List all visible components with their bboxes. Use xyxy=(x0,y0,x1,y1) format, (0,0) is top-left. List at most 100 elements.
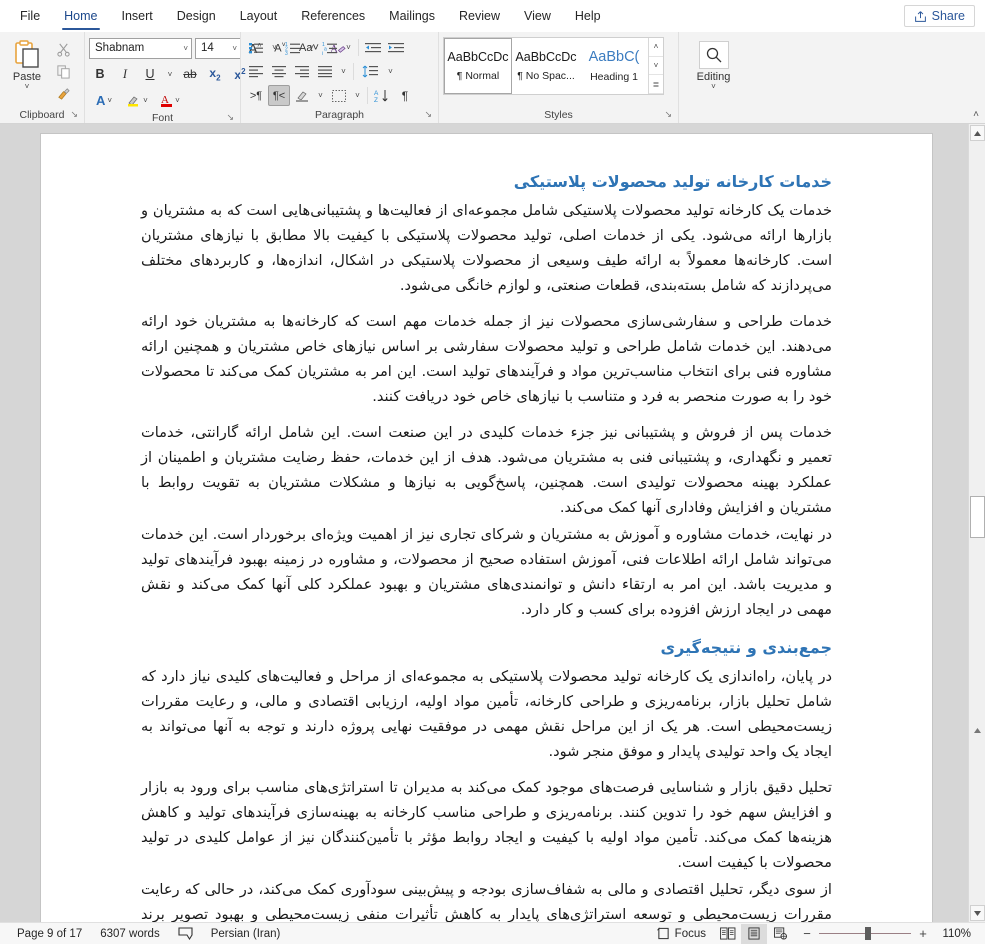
tab-layout[interactable]: Layout xyxy=(228,0,290,32)
paragraph-group-label: Paragraph ↘ xyxy=(245,108,434,123)
document-scroll-viewport[interactable]: خدمات کارخانه تولید محصولات پلاستیکی خدم… xyxy=(0,124,968,922)
scroll-down-arrow[interactable] xyxy=(970,905,985,921)
multilevel-list-button[interactable]: 1ai xyxy=(319,37,341,58)
zoom-slider-thumb[interactable] xyxy=(865,927,871,940)
tab-file-label: File xyxy=(20,9,41,23)
tab-design[interactable]: Design xyxy=(165,0,228,32)
italic-button[interactable]: I xyxy=(114,63,136,85)
bullets-button[interactable] xyxy=(245,37,267,58)
tab-home[interactable]: Home xyxy=(52,0,109,32)
tab-mailings[interactable]: Mailings xyxy=(377,0,447,32)
tab-file[interactable]: File xyxy=(8,0,52,32)
scrollbar-thumb[interactable] xyxy=(970,496,985,538)
zoom-in-button[interactable]: + xyxy=(917,926,929,941)
rtl-text-direction-button[interactable]: ¶< xyxy=(268,85,290,106)
multilevel-list-dropdown[interactable]: ˅ xyxy=(342,37,355,58)
ribbon-tabs: File Home Insert Design Layout Reference… xyxy=(0,0,613,32)
shading-dropdown[interactable]: ˅ xyxy=(314,85,327,106)
align-right-button[interactable] xyxy=(291,61,313,82)
bold-button[interactable]: B xyxy=(89,63,111,85)
scrollbar-split-handle[interactable] xyxy=(970,724,985,736)
ribbon-group-editing: Editing ˅ xyxy=(678,32,748,123)
styles-dialog-launcher[interactable]: ↘ xyxy=(664,107,672,122)
share-button[interactable]: Share xyxy=(903,5,975,27)
focus-icon xyxy=(656,927,670,940)
decrease-indent-button[interactable] xyxy=(362,37,384,58)
align-center-icon xyxy=(271,65,287,78)
styles-scroll-up[interactable]: ˄ xyxy=(649,38,663,57)
copy-button[interactable] xyxy=(52,61,74,82)
ltr-text-direction-button[interactable]: >¶ xyxy=(245,85,267,106)
style-normal[interactable]: AaBbCcDc ¶ Normal xyxy=(444,38,512,94)
justify-button[interactable] xyxy=(314,61,336,82)
shading-button[interactable] xyxy=(291,85,313,106)
increase-indent-button[interactable] xyxy=(385,37,407,58)
tab-help[interactable]: Help xyxy=(563,0,613,32)
clipboard-dialog-launcher[interactable]: ↘ xyxy=(70,107,78,122)
borders-button[interactable] xyxy=(328,85,350,106)
show-formatting-marks-button[interactable]: ¶ xyxy=(394,85,416,106)
read-mode-button[interactable] xyxy=(715,924,741,944)
numbering-button[interactable]: 123 xyxy=(282,37,304,58)
font-group-label: Font ↘ xyxy=(89,110,236,123)
font-name-value: Shabnam xyxy=(95,42,145,54)
style-no-spacing[interactable]: AaBbCcDc ¶ No Spac... xyxy=(512,38,580,94)
styles-scroll-controls: ˄ ˅ ≣ xyxy=(648,38,663,95)
font-color-icon: A xyxy=(160,92,174,108)
text-effects-button[interactable]: A ˅ xyxy=(89,89,119,111)
tab-references[interactable]: References xyxy=(289,0,377,32)
paragraph-dialog-launcher[interactable]: ↘ xyxy=(424,107,432,122)
font-dialog-launcher[interactable]: ↘ xyxy=(226,110,234,123)
style-no-spacing-name: ¶ No Spac... xyxy=(517,70,575,82)
language-indicator[interactable]: Persian (Iran) xyxy=(202,924,290,944)
tab-view[interactable]: View xyxy=(512,0,563,32)
chevron-down-icon[interactable]: ˅ xyxy=(25,83,30,91)
zoom-slider-track[interactable] xyxy=(819,927,911,940)
editing-button[interactable]: Editing ˅ xyxy=(686,37,742,91)
borders-dropdown[interactable]: ˅ xyxy=(351,85,364,106)
style-heading-1[interactable]: AaBbC( Heading 1 xyxy=(580,38,648,94)
proofing-status[interactable] xyxy=(169,924,202,944)
justify-dropdown[interactable]: ˅ xyxy=(337,61,350,82)
page-indicator[interactable]: Page 9 of 17 xyxy=(8,924,91,944)
tab-insert[interactable]: Insert xyxy=(110,0,165,32)
read-mode-icon xyxy=(720,927,736,940)
styles-more-button[interactable]: ≣ xyxy=(649,75,663,95)
style-no-spacing-preview: AaBbCcDc xyxy=(515,50,577,64)
line-spacing-button[interactable] xyxy=(357,61,383,82)
styles-group-body: AaBbCcDc ¶ Normal AaBbCcDc ¶ No Spac... … xyxy=(443,35,674,108)
print-layout-button[interactable] xyxy=(741,923,767,944)
align-left-button[interactable] xyxy=(245,61,267,82)
web-layout-button[interactable] xyxy=(767,924,793,944)
word-count[interactable]: 6307 words xyxy=(91,924,168,944)
collapse-ribbon-button[interactable]: ˄ xyxy=(973,109,979,120)
underline-button[interactable]: U xyxy=(139,63,161,85)
bullets-dropdown[interactable]: ˅ xyxy=(268,37,281,58)
scroll-up-arrow[interactable] xyxy=(970,125,985,141)
tab-review[interactable]: Review xyxy=(447,0,512,32)
focus-mode-button[interactable]: Focus xyxy=(648,924,715,944)
zoom-level-label[interactable]: 110% xyxy=(935,928,971,940)
tab-design-label: Design xyxy=(176,9,216,23)
zoom-out-button[interactable]: − xyxy=(801,926,813,941)
format-painter-button[interactable] xyxy=(52,83,74,104)
font-name-combo[interactable]: Shabnam ˅ xyxy=(89,37,192,59)
sort-button[interactable]: AZ xyxy=(371,85,393,106)
line-spacing-dropdown[interactable]: ˅ xyxy=(384,61,397,82)
document-page[interactable]: خدمات کارخانه تولید محصولات پلاستیکی خدم… xyxy=(41,134,932,922)
text-highlight-button[interactable]: ˅ xyxy=(122,89,152,111)
align-center-button[interactable] xyxy=(268,61,290,82)
cut-button[interactable] xyxy=(52,39,74,60)
subscript-button[interactable]: x2 xyxy=(204,63,226,85)
font-size-combo[interactable]: 14 ˅ xyxy=(195,37,241,59)
strikethrough-button[interactable]: ab xyxy=(179,63,201,85)
vertical-scrollbar[interactable] xyxy=(968,124,985,922)
styles-scroll-down[interactable]: ˅ xyxy=(649,57,663,76)
document-paragraph: در پایان، راه‌اندازی یک کارخانه تولید مح… xyxy=(141,668,832,760)
underline-dropdown[interactable]: ˅ xyxy=(164,63,176,85)
chevron-down-icon[interactable]: ˅ xyxy=(711,83,716,91)
paste-button[interactable]: Paste ˅ xyxy=(4,37,50,104)
font-color-button[interactable]: A ˅ xyxy=(155,89,185,111)
document-heading: خدمات کارخانه تولید محصولات پلاستیکی xyxy=(513,172,832,191)
numbering-dropdown[interactable]: ˅ xyxy=(305,37,318,58)
